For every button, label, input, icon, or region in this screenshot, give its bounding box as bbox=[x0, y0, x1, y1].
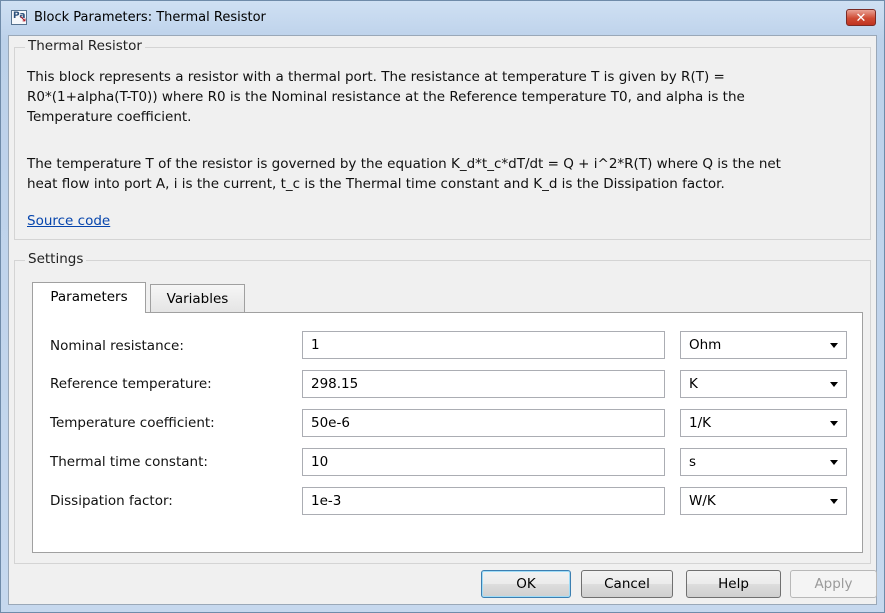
thermal-time-constant-unit-value: s bbox=[689, 454, 697, 470]
block-parameters-icon: Pa ↘ bbox=[11, 10, 27, 25]
source-code-link[interactable]: Source code bbox=[27, 213, 110, 229]
chevron-down-icon bbox=[830, 421, 838, 426]
dissipation-factor-label: Dissipation factor: bbox=[50, 493, 173, 509]
reference-temperature-unit-value: K bbox=[689, 376, 698, 392]
reference-temperature-input[interactable]: 298.15 bbox=[302, 370, 665, 398]
nominal-resistance-label: Nominal resistance: bbox=[50, 338, 184, 354]
chevron-down-icon bbox=[830, 460, 838, 465]
settings-group-title: Settings bbox=[25, 251, 87, 267]
temperature-coefficient-label: Temperature coefficient: bbox=[50, 415, 215, 431]
icon-arrow: ↘ bbox=[19, 15, 27, 25]
description-para1-line3: Temperature coefficient. bbox=[27, 109, 192, 125]
cancel-button[interactable]: Cancel bbox=[581, 570, 673, 598]
tab-parameters[interactable]: Parameters bbox=[32, 282, 146, 313]
chevron-down-icon bbox=[830, 382, 838, 387]
description-para2-line1: The temperature T of the resistor is gov… bbox=[27, 156, 781, 172]
apply-button[interactable]: Apply bbox=[790, 570, 877, 598]
reference-temperature-label: Reference temperature: bbox=[50, 376, 212, 392]
parameters-panel: Nominal resistance: 1 Ohm Reference temp… bbox=[32, 312, 863, 553]
dissipation-factor-unit-select[interactable]: W/K bbox=[680, 487, 847, 515]
description-para2-line2: heat flow into port A, i is the current,… bbox=[27, 176, 725, 192]
thermal-time-constant-unit-select[interactable]: s bbox=[680, 448, 847, 476]
chevron-down-icon bbox=[830, 499, 838, 504]
ok-button[interactable]: OK bbox=[481, 570, 571, 598]
description-para1-line2: R0*(1+alpha(T-T0)) where R0 is the Nomin… bbox=[27, 89, 745, 105]
nominal-resistance-unit-select[interactable]: Ohm bbox=[680, 331, 847, 359]
dissipation-factor-unit-value: W/K bbox=[689, 493, 716, 509]
thermal-time-constant-input[interactable]: 10 bbox=[302, 448, 665, 476]
temperature-coefficient-unit-value: 1/K bbox=[689, 415, 711, 431]
temperature-coefficient-input[interactable]: 50e-6 bbox=[302, 409, 665, 437]
help-button[interactable]: Help bbox=[686, 570, 781, 598]
dissipation-factor-input[interactable]: 1e-3 bbox=[302, 487, 665, 515]
nominal-resistance-input[interactable]: 1 bbox=[302, 331, 665, 359]
temperature-coefficient-unit-select[interactable]: 1/K bbox=[680, 409, 847, 437]
title-bar[interactable]: Pa ↘ Block Parameters: Thermal Resistor … bbox=[1, 1, 884, 35]
close-button[interactable]: ✕ bbox=[846, 9, 876, 26]
thermal-time-constant-label: Thermal time constant: bbox=[50, 454, 208, 470]
tab-variables[interactable]: Variables bbox=[150, 284, 245, 313]
reference-temperature-unit-select[interactable]: K bbox=[680, 370, 847, 398]
chevron-down-icon bbox=[830, 343, 838, 348]
description-group-title: Thermal Resistor bbox=[25, 38, 145, 54]
dialog-window: Pa ↘ Block Parameters: Thermal Resistor … bbox=[0, 0, 885, 613]
nominal-resistance-unit-value: Ohm bbox=[689, 337, 722, 353]
description-para1-line1: This block represents a resistor with a … bbox=[27, 69, 725, 85]
window-title: Block Parameters: Thermal Resistor bbox=[34, 10, 266, 25]
